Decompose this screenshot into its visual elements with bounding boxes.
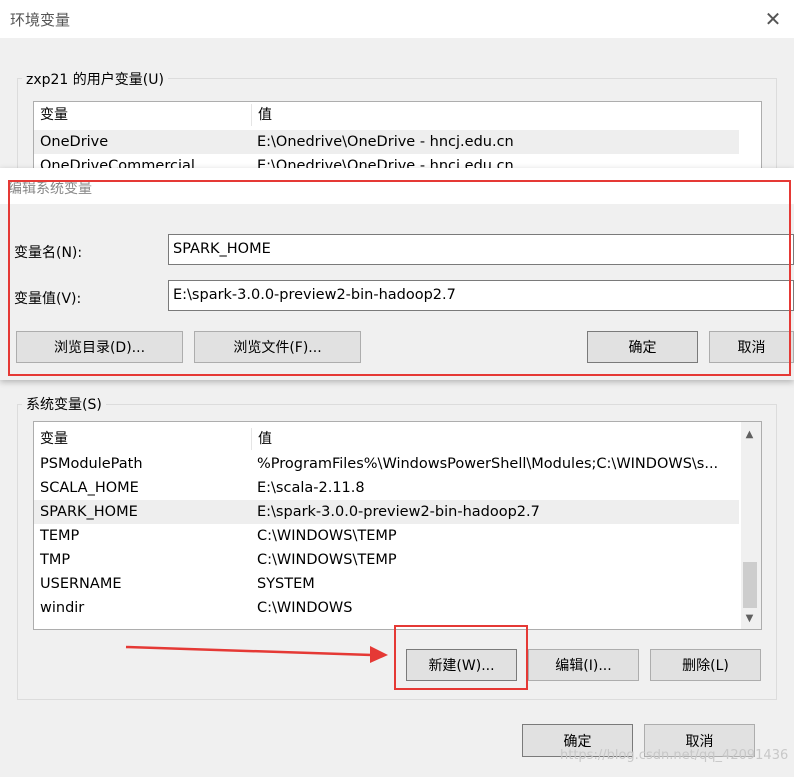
row-variable-name: OneDrive (40, 134, 109, 150)
row-variable-name: SPARK_HOME (40, 504, 138, 520)
vertical-scrollbar[interactable]: ▲ ▼ (741, 422, 761, 629)
close-icon[interactable]: ✕ (756, 2, 790, 36)
table-row[interactable]: USERNAME SYSTEM (34, 572, 739, 596)
table-row[interactable]: TEMP C:\WINDOWS\TEMP (34, 524, 739, 548)
system-vars-group-label: 系统变量(S) (22, 394, 106, 414)
user-vars-group-label: zxp21 的用户变量(U) (22, 69, 168, 89)
row-variable-value: C:\WINDOWS\TEMP (257, 528, 397, 544)
delete-variable-button[interactable]: 删除(L) (650, 649, 761, 681)
column-header-value[interactable]: 值 (252, 426, 742, 452)
row-variable-value: SYSTEM (257, 576, 315, 592)
row-variable-value: C:\WINDOWS (257, 600, 353, 616)
row-variable-name: TMP (40, 552, 71, 568)
chevron-down-icon[interactable]: ▼ (741, 610, 758, 627)
table-row[interactable]: PSModulePath %ProgramFiles%\WindowsPower… (34, 452, 739, 476)
row-variable-name: PSModulePath (40, 456, 143, 472)
row-variable-name: windir (40, 600, 85, 616)
row-variable-value: E:\scala-2.11.8 (257, 480, 365, 496)
row-variable-value: %ProgramFiles%\WindowsPowerShell\Modules… (257, 456, 719, 472)
row-variable-name: USERNAME (40, 576, 122, 592)
scrollbar-thumb[interactable] (743, 562, 757, 608)
table-row[interactable]: OneDrive E:\Onedrive\OneDrive - hncj.edu… (34, 130, 739, 154)
table-row-selected[interactable]: SPARK_HOME E:\spark-3.0.0-preview2-bin-h… (34, 500, 739, 524)
column-header-value[interactable]: 值 (252, 102, 761, 128)
row-variable-name: SCALA_HOME (40, 480, 139, 496)
user-vars-list-header: 变量 值 (34, 102, 761, 128)
system-vars-list[interactable]: 变量 值 PSModulePath %ProgramFiles%\Windows… (33, 421, 762, 630)
window-titlebar (0, 0, 794, 38)
highlight-box (394, 625, 528, 690)
row-variable-name: TEMP (40, 528, 80, 544)
table-row[interactable]: TMP C:\WINDOWS\TEMP (34, 548, 739, 572)
system-vars-list-header: 变量 值 (34, 426, 761, 452)
row-variable-value: E:\Onedrive\OneDrive - hncj.edu.cn (257, 134, 514, 150)
watermark: https://blog.csdn.net/qq_42091436 (560, 748, 789, 763)
row-variable-value: C:\WINDOWS\TEMP (257, 552, 397, 568)
table-row[interactable]: windir C:\WINDOWS (34, 596, 739, 620)
table-row[interactable]: SCALA_HOME E:\scala-2.11.8 (34, 476, 739, 500)
window-title: 环境变量 (10, 11, 71, 29)
row-variable-value: E:\spark-3.0.0-preview2-bin-hadoop2.7 (257, 504, 540, 520)
edit-variable-button[interactable]: 编辑(I)... (528, 649, 639, 681)
arrow-right-icon (125, 645, 388, 663)
column-header-variable[interactable]: 变量 (34, 426, 251, 452)
highlight-box (8, 180, 791, 376)
chevron-up-icon[interactable]: ▲ (741, 426, 758, 443)
column-header-variable[interactable]: 变量 (34, 102, 251, 128)
